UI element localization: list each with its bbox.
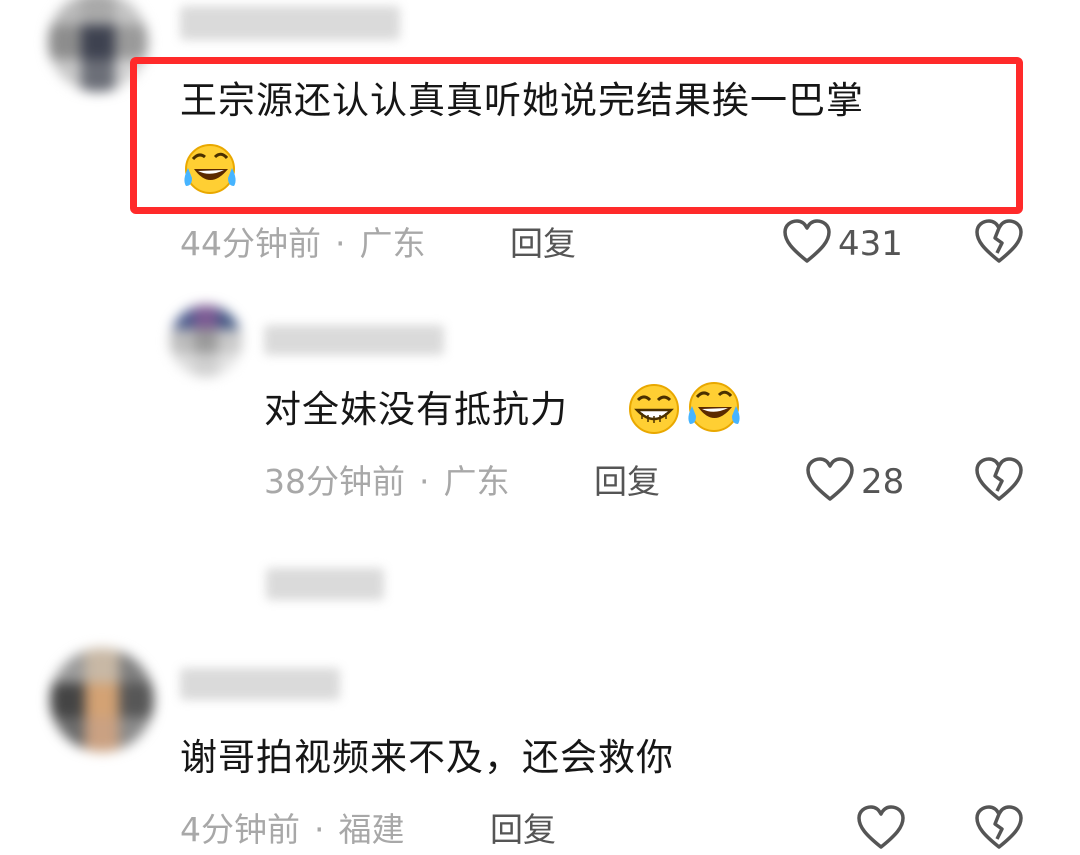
separator: · — [335, 224, 346, 263]
location: 广东 — [359, 224, 426, 263]
broken-heart-icon — [974, 457, 1024, 507]
comment-text: 王宗源还认认真真听她说完结果挨一巴掌 — [180, 79, 864, 122]
heart-icon — [805, 457, 855, 507]
like-button[interactable]: 28 — [805, 457, 904, 507]
broken-heart-icon — [974, 805, 1024, 855]
separator: · — [419, 462, 430, 501]
expand-replies-link[interactable] — [266, 568, 384, 600]
reply-avatar[interactable] — [170, 305, 242, 377]
comment-text: 谢哥拍视频来不及，还会救你 — [180, 736, 674, 779]
grinning-face-emoji — [626, 382, 682, 440]
like-button[interactable] — [856, 805, 906, 855]
dislike-button[interactable] — [974, 219, 1024, 269]
broken-heart-icon — [974, 219, 1024, 269]
separator: · — [314, 810, 325, 849]
reply-meta: 38分钟前 · 广东 — [264, 462, 510, 502]
reply-username[interactable] — [264, 325, 444, 355]
like-button[interactable]: 431 — [782, 219, 903, 269]
location: 广东 — [443, 462, 510, 501]
reply-button[interactable]: 回复 — [594, 462, 660, 502]
laughing-with-tears-emoji — [684, 380, 744, 438]
location: 福建 — [338, 810, 405, 849]
avatar[interactable] — [50, 648, 154, 752]
username[interactable] — [180, 6, 400, 40]
reply-button[interactable]: 回复 — [510, 224, 576, 264]
like-count: 431 — [838, 224, 903, 264]
dislike-button[interactable] — [974, 805, 1024, 855]
username[interactable] — [180, 668, 340, 700]
dislike-button[interactable] — [974, 457, 1024, 507]
laughing-with-tears-emoji — [180, 142, 240, 200]
heart-icon — [856, 805, 906, 855]
timestamp: 38分钟前 — [264, 462, 405, 501]
heart-icon — [782, 219, 832, 269]
timestamp: 44分钟前 — [180, 224, 321, 263]
comment-meta: 4分钟前 · 福建 — [180, 810, 405, 850]
like-count: 28 — [861, 462, 905, 502]
reply-text: 对全妹没有抵抗力 — [264, 388, 568, 431]
timestamp: 4分钟前 — [180, 810, 300, 849]
reply-button[interactable]: 回复 — [490, 810, 556, 850]
comment-meta: 44分钟前 · 广东 — [180, 224, 426, 264]
